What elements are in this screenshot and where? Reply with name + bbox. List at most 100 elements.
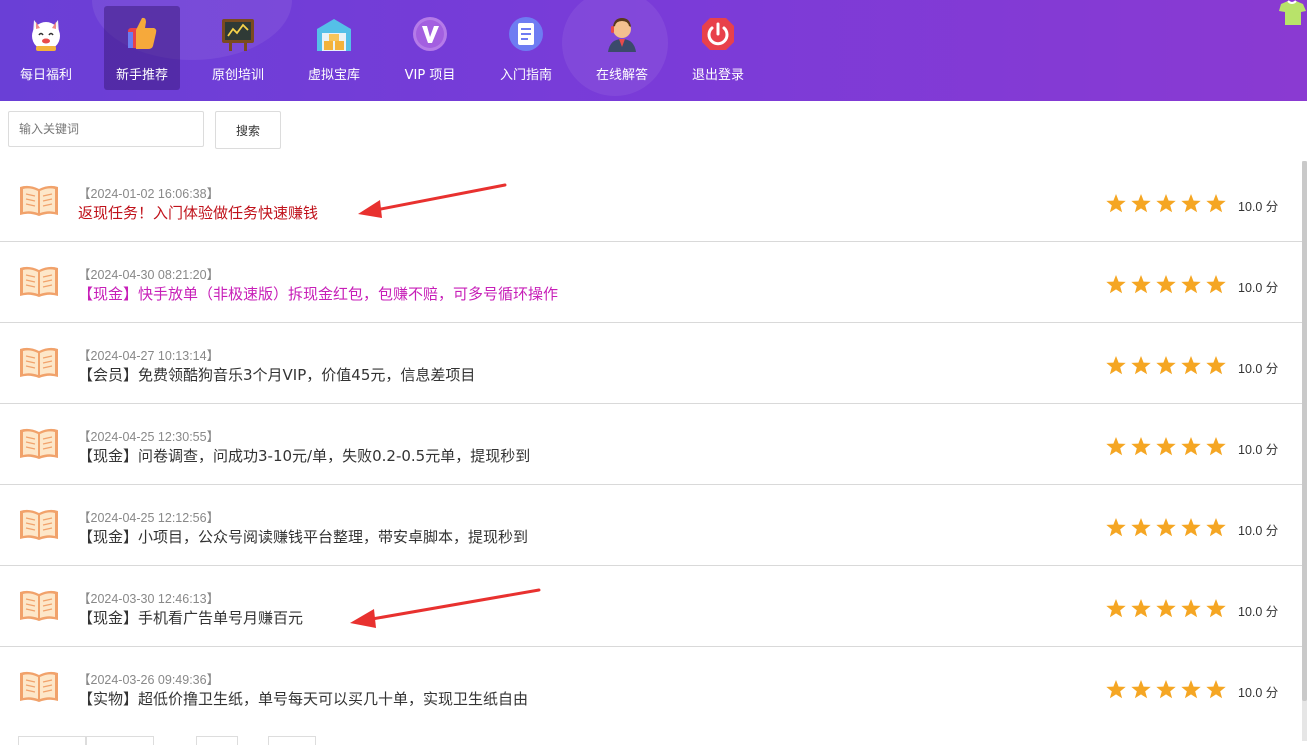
star-icon [1156,194,1176,213]
list-item[interactable]: 【2024-04-25 12:30:55】 【现金】问卷调查，问成功3-10元/… [0,404,1302,485]
post-date: 【2024-01-02 16:06:38】 [78,187,220,201]
list-item[interactable]: 【2024-04-25 12:12:56】 【现金】小项目，公众号阅读赚钱平台整… [0,485,1302,566]
rating-score: 10.0 分 [1238,362,1279,376]
rating-stars [1105,355,1227,376]
star-icon [1131,275,1151,294]
star-icon [1181,356,1201,375]
star-icon [1181,518,1201,537]
nav-label: 虚拟宝库 [307,68,360,83]
nav-item-beginner-recommend[interactable]: 新手推荐 [104,6,180,90]
rating-score: 10.0 分 [1238,605,1279,619]
nav-item-getting-started[interactable]: 入门指南 [488,6,564,90]
nav-item-logout[interactable]: 退出登录 [680,6,756,90]
star-icon [1206,680,1226,699]
book-icon [20,266,58,297]
nav-item-vip-projects[interactable]: VIP 项目 [392,6,468,90]
list-item[interactable]: 【2024-01-02 16:06:38】 返现任务！入门体验做任务快速赚钱 1… [0,161,1302,242]
blackboard-icon [222,19,254,51]
star-icon [1106,518,1126,537]
rating-score: 10.0 分 [1238,200,1279,214]
search-input[interactable] [8,111,204,147]
book-icon [20,590,58,621]
book-icon [20,185,58,216]
list-item[interactable]: 【2024-04-27 10:13:14】 【会员】免费领酷狗音乐3个月VIP，… [0,323,1302,404]
scrollbar-thumb[interactable] [1302,161,1307,701]
rating-score: 10.0 分 [1238,524,1279,538]
star-icon [1156,437,1176,456]
star-icon [1206,356,1226,375]
search-button[interactable]: 搜索 [215,111,281,149]
rating-score: 10.0 分 [1238,281,1279,295]
post-title-link[interactable]: 【现金】手机看广告单号月赚百元 [78,607,303,628]
document-icon [509,17,543,51]
star-icon [1106,194,1126,213]
nav-label: 在线解答 [595,68,648,83]
warehouse-icon [317,19,351,51]
book-icon [20,347,58,378]
star-icon [1131,680,1151,699]
rating-score: 10.0 分 [1238,686,1279,700]
star-icon [1181,680,1201,699]
star-icon [1156,518,1176,537]
star-icon [1181,599,1201,618]
power-icon [702,18,734,50]
post-date: 【2024-04-27 10:13:14】 [78,349,220,363]
lucky-cat-icon [32,20,60,51]
nav-item-virtual-vault[interactable]: 虚拟宝库 [296,6,372,90]
post-date: 【2024-03-30 12:46:13】 [78,592,220,606]
rating-stars [1105,436,1227,457]
nav-label: 每日福利 [19,68,72,83]
star-icon [1106,356,1126,375]
tshirt-icon[interactable] [1277,0,1307,26]
star-icon [1206,437,1226,456]
star-icon [1206,194,1226,213]
star-icon [1206,599,1226,618]
post-title-link[interactable]: 【会员】免费领酷狗音乐3个月VIP，价值45元，信息差项目 [78,364,475,385]
star-icon [1206,275,1226,294]
book-icon [20,509,58,540]
list-item[interactable]: 【2024-04-30 08:21:20】 【现金】快手放单（非极速版）拆现金红… [0,242,1302,323]
nav-label: VIP 项目 [404,68,456,83]
star-icon [1106,599,1126,618]
top-nav-bar: 每日福利 新手推荐 原创培训 虚拟宝库 VIP 项目 入门指南 在线解答 退出登… [0,0,1307,101]
star-icon [1156,275,1176,294]
post-title-link[interactable]: 【现金】问卷调查，问成功3-10元/单，失败0.2-0.5元单，提现秒到 [78,445,530,466]
star-icon [1106,275,1126,294]
support-agent-icon [608,18,636,52]
rating-stars [1105,598,1227,619]
rating-stars [1105,679,1227,700]
nav-label: 退出登录 [691,68,744,83]
nav-item-daily-welfare[interactable]: 每日福利 [8,6,84,90]
star-icon [1131,356,1151,375]
nav-label: 新手推荐 [115,68,168,83]
rating-score: 10.0 分 [1238,443,1279,457]
post-title-link[interactable]: 【现金】快手放单（非极速版）拆现金红包，包赚不赔，可多号循环操作 [78,283,558,304]
star-icon [1131,599,1151,618]
nav-item-original-training[interactable]: 原创培训 [200,6,276,90]
post-title-link[interactable]: 【实物】超低价撸卫生纸，单号每天可以买几十单，实现卫生纸自由 [78,688,528,709]
star-icon [1131,437,1151,456]
post-title-link[interactable]: 返现任务！入门体验做任务快速赚钱 [78,202,318,223]
post-title-link[interactable]: 【现金】小项目，公众号阅读赚钱平台整理，带安卓脚本，提现秒到 [78,526,528,547]
rating-stars [1105,274,1227,295]
star-icon [1181,275,1201,294]
book-icon [20,671,58,702]
star-icon [1181,437,1201,456]
post-date: 【2024-04-25 12:12:56】 [78,511,220,525]
star-icon [1106,437,1126,456]
post-date: 【2024-04-25 12:30:55】 [78,430,220,444]
star-icon [1131,194,1151,213]
star-icon [1156,680,1176,699]
thumbs-up-icon [128,17,157,49]
article-list: 【2024-01-02 16:06:38】 返现任务！入门体验做任务快速赚钱 1… [0,161,1302,727]
star-icon [1181,194,1201,213]
star-icon [1131,518,1151,537]
star-icon [1206,518,1226,537]
list-item[interactable]: 【2024-03-26 09:49:36】 【实物】超低价撸卫生纸，单号每天可以… [0,647,1302,727]
post-date: 【2024-03-26 09:49:36】 [78,673,220,687]
nav-item-online-answers[interactable]: 在线解答 [584,6,660,90]
book-icon [20,428,58,459]
rating-stars [1105,517,1227,538]
star-icon [1156,356,1176,375]
list-item[interactable]: 【2024-03-30 12:46:13】 【现金】手机看广告单号月赚百元 10… [0,566,1302,647]
